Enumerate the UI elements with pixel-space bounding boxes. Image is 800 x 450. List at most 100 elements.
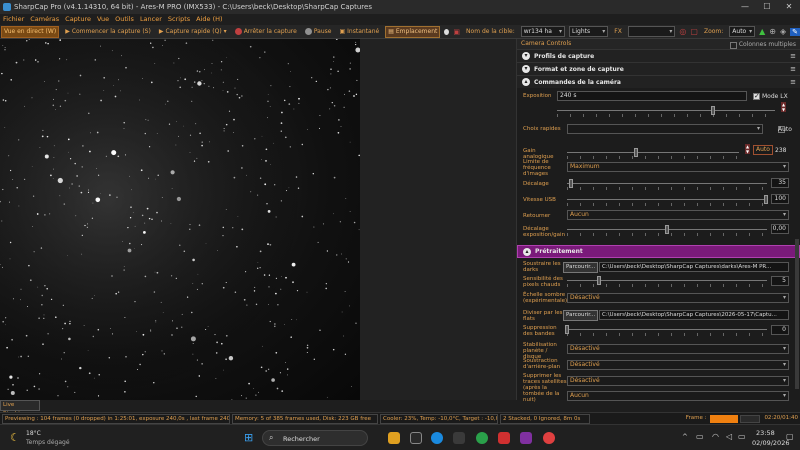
- satellite-trails-select[interactable]: Désactivé: [567, 376, 789, 386]
- battery-icon[interactable]: ▭: [738, 432, 746, 441]
- pen-icon[interactable]: ✎: [790, 27, 800, 36]
- menu-cameras[interactable]: Caméras: [30, 14, 59, 25]
- gain-spinner[interactable]: ▲ ▼: [745, 144, 750, 154]
- exposure-slider-track[interactable]: [557, 110, 775, 111]
- menu-view[interactable]: Vue: [97, 14, 109, 25]
- menu-help[interactable]: Aide (H): [196, 14, 222, 25]
- menu-capture[interactable]: Capture: [65, 14, 91, 25]
- menu-icon[interactable]: ≡: [790, 65, 796, 73]
- menu-scripts[interactable]: Scripts: [168, 14, 190, 25]
- clock-date[interactable]: 02/09/2026: [752, 439, 789, 447]
- fx-select[interactable]: [627, 26, 676, 37]
- volume-icon[interactable]: ◁: [726, 432, 732, 441]
- exposure-gain-offset-value[interactable]: 0,00: [771, 224, 789, 234]
- background-subtraction-select[interactable]: Désactivé: [567, 360, 789, 370]
- app-icon-green[interactable]: [476, 432, 488, 444]
- dark-scale-select[interactable]: Désactivé: [567, 293, 789, 303]
- star: [225, 209, 227, 210]
- minimize-icon[interactable]: —: [734, 0, 756, 14]
- gain-auto-button[interactable]: Auto: [753, 145, 773, 155]
- flats-path-select[interactable]: C:\Users\beck\Desktop\SharpCap Captures\…: [599, 310, 789, 320]
- offset-slider-track[interactable]: [567, 183, 767, 184]
- tray-app-icon[interactable]: ▭: [696, 432, 704, 441]
- clock-time[interactable]: 23:58: [756, 429, 775, 437]
- star: [88, 112, 90, 115]
- histogram-icon[interactable]: ▲: [759, 27, 765, 36]
- search-box[interactable]: ⌕ Rechercher: [262, 430, 368, 446]
- banding-value[interactable]: 0: [771, 325, 789, 335]
- darks-path-select[interactable]: C:\Users\beck\Desktop\SharpCap Captures\…: [599, 262, 789, 272]
- flip-select[interactable]: Aucun: [567, 210, 789, 220]
- star: [41, 135, 44, 138]
- usb-speed-slider-thumb[interactable]: [764, 195, 768, 204]
- usb-speed-value[interactable]: 100: [771, 194, 789, 204]
- pause-button[interactable]: Pause: [303, 26, 334, 38]
- location-button[interactable]: ▤ Emplacement: [385, 25, 441, 38]
- live-stacking-tab[interactable]: Live Stacking: [0, 400, 40, 417]
- exposure-input[interactable]: 240 s: [557, 91, 747, 101]
- focus-icon[interactable]: ◈: [780, 27, 786, 36]
- quick-choices-select[interactable]: [567, 124, 763, 134]
- gain-slider-track[interactable]: [567, 152, 739, 153]
- stop-capture-button[interactable]: Arrêter la capture: [233, 26, 299, 38]
- section-capture-profiles[interactable]: ▾ Profils de capture ≡: [517, 49, 800, 62]
- edge-icon[interactable]: [431, 432, 443, 444]
- start-icon[interactable]: ⊞: [244, 431, 253, 444]
- task-view-icon[interactable]: [410, 432, 422, 444]
- wifi-icon[interactable]: ◠: [712, 432, 719, 441]
- exposure-gain-offset-thumb[interactable]: [665, 225, 669, 234]
- darks-browse-button[interactable]: Parcourir...: [563, 262, 599, 273]
- image-viewer[interactable]: [0, 38, 516, 401]
- gain-slider-thumb[interactable]: [634, 148, 638, 157]
- offset-value[interactable]: 35: [771, 178, 789, 188]
- menu-launch[interactable]: Lancer: [140, 14, 162, 25]
- menu-icon[interactable]: ≡: [790, 52, 796, 60]
- app-icon-purple[interactable]: [520, 432, 532, 444]
- hot-pixel-slider-thumb[interactable]: [597, 276, 601, 285]
- frame-rate-limit-select[interactable]: Maximum: [567, 162, 789, 172]
- star: [64, 380, 67, 383]
- record-icon[interactable]: [444, 28, 450, 35]
- file-explorer-icon[interactable]: [388, 432, 400, 444]
- notification-icon[interactable]: ▢: [786, 432, 794, 441]
- multi-column-checkbox[interactable]: [729, 41, 737, 49]
- flats-browse-button[interactable]: Parcourir...: [563, 310, 599, 321]
- section-format[interactable]: ▾ Format et zone de capture ≡: [517, 62, 800, 75]
- section-camera-controls[interactable]: ▴ Commandes de la caméra ≡: [517, 75, 800, 88]
- crosshair-icon[interactable]: ⊕: [769, 27, 776, 36]
- store-icon[interactable]: [453, 432, 465, 444]
- menu-tools[interactable]: Outils: [115, 14, 134, 25]
- weather-icon[interactable]: ☾: [10, 431, 20, 444]
- usb-speed-slider-track[interactable]: [567, 199, 767, 200]
- tray-chevron-icon[interactable]: ^: [682, 433, 688, 441]
- close-icon[interactable]: ✕: [778, 0, 800, 14]
- quick-capture-button[interactable]: ▶ Capture rapide (Q) ▾: [157, 26, 229, 38]
- extra-option-select[interactable]: Aucun: [567, 391, 789, 401]
- zoom-select[interactable]: Auto: [729, 26, 756, 37]
- star: [164, 103, 166, 105]
- screen-icon[interactable]: ▢: [690, 27, 698, 36]
- star: [241, 95, 243, 97]
- lx-mode-checkbox[interactable]: [753, 92, 760, 100]
- start-capture-button[interactable]: ▶ Commencer la capture (S): [63, 26, 153, 38]
- stabilization-select[interactable]: Désactivé: [567, 344, 789, 354]
- banding-slider-track[interactable]: [567, 329, 767, 330]
- section-preprocessing[interactable]: ▴ Prétraitement: [517, 245, 800, 258]
- menu-file[interactable]: Fichier: [3, 14, 24, 25]
- chrome-icon[interactable]: [543, 432, 555, 444]
- exposure-slider-thumb[interactable]: [711, 106, 715, 115]
- menu-icon[interactable]: ≡: [790, 78, 796, 86]
- live-view-button[interactable]: Vue en direct (W): [1, 25, 60, 38]
- hot-pixel-value[interactable]: 5: [771, 276, 789, 286]
- reticle-icon[interactable]: ◎: [679, 27, 686, 36]
- sharpcap-taskbar-icon[interactable]: [498, 432, 510, 444]
- exposure-spinner[interactable]: ▲ ▼: [781, 102, 786, 112]
- banding-slider-thumb[interactable]: [565, 325, 569, 334]
- snapshot-button[interactable]: ▣ Instantané: [337, 26, 381, 38]
- offset-slider-thumb[interactable]: [569, 179, 573, 188]
- target-name-select[interactable]: wr134 ha: [520, 26, 566, 37]
- star: [349, 62, 351, 64]
- preset-select[interactable]: Lights: [569, 26, 609, 37]
- maximize-icon[interactable]: ☐: [756, 0, 778, 14]
- panel-scrollbar[interactable]: [795, 239, 799, 389]
